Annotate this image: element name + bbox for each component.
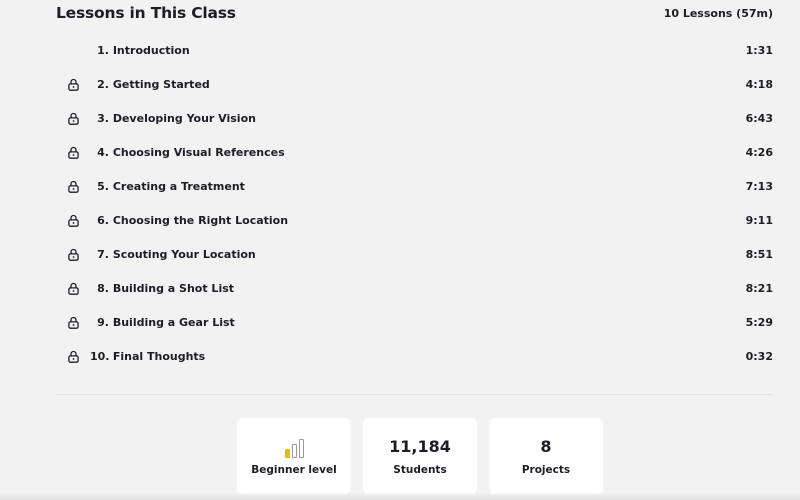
lesson-item[interactable]: 8. Building a Shot List 8:21 <box>56 271 773 305</box>
lesson-item[interactable]: 10. Final Thoughts 0:32 <box>56 339 773 373</box>
lesson-title: Building a Shot List <box>112 281 235 295</box>
lock-icon <box>56 67 90 101</box>
lesson-number: 1. <box>97 43 109 57</box>
class-stats: Beginner level 11,184 Students 8 Project… <box>237 418 603 494</box>
lock-icon <box>56 339 90 373</box>
lesson-title: Scouting Your Location <box>112 247 256 261</box>
lesson-title: Getting Started <box>112 77 210 91</box>
lesson-title: Creating a Treatment <box>112 179 245 193</box>
lesson-duration: 6:43 <box>745 111 773 125</box>
lesson-title: Introduction <box>112 43 190 57</box>
lesson-number: 10. <box>90 349 110 363</box>
lesson-title: Developing Your Vision <box>112 111 256 125</box>
lesson-duration: 8:21 <box>745 281 773 295</box>
lesson-duration: 9:11 <box>745 213 773 227</box>
lesson-item[interactable]: 2. Getting Started 4:18 <box>56 67 773 101</box>
page-title: Lessons in This Class <box>56 4 236 22</box>
lesson-count: 10 Lessons (57m) <box>663 6 773 20</box>
lesson-item[interactable]: 1. Introduction 1:31 <box>56 33 773 67</box>
students-card: 11,184 Students <box>363 418 477 494</box>
lesson-item[interactable]: 9. Building a Gear List 5:29 <box>56 305 773 339</box>
lesson-title: Building a Gear List <box>112 315 235 329</box>
lesson-item[interactable]: 3. Developing Your Vision 6:43 <box>56 101 773 135</box>
projects-count: 8 <box>540 437 552 456</box>
projects-label: Projects <box>521 464 571 476</box>
section-divider <box>56 394 773 395</box>
lesson-number: 8. <box>97 281 109 295</box>
lesson-number: 9. <box>97 315 109 329</box>
lesson-duration: 4:26 <box>745 145 773 159</box>
lock-icon <box>56 135 90 169</box>
lesson-item[interactable]: 4. Choosing Visual References 4:26 <box>56 135 773 169</box>
lessons-page: Lessons in This Class 10 Lessons (57m) 1… <box>0 0 800 500</box>
level-card: Beginner level <box>237 418 351 494</box>
level-bar <box>284 449 290 458</box>
lesson-title: Choosing Visual References <box>112 145 285 159</box>
lock-icon <box>56 271 90 305</box>
lock-icon <box>56 237 90 271</box>
lesson-number: 7. <box>97 247 109 261</box>
level-label: Beginner level <box>251 464 337 476</box>
lesson-duration: 1:31 <box>745 43 773 57</box>
lesson-item[interactable]: 5. Creating a Treatment 7:13 <box>56 169 773 203</box>
lesson-duration: 4:18 <box>745 77 773 91</box>
projects-card: 8 Projects <box>489 418 603 494</box>
lock-icon <box>56 305 90 339</box>
lesson-number: 5. <box>97 179 109 193</box>
lock-icon <box>56 203 90 237</box>
lesson-duration: 8:51 <box>745 247 773 261</box>
lesson-title: Choosing the Right Location <box>112 213 289 227</box>
lesson-item[interactable]: 7. Scouting Your Location 8:51 <box>56 237 773 271</box>
lesson-duration: 7:13 <box>745 179 773 193</box>
lesson-duration: 0:32 <box>745 349 773 363</box>
level-bar <box>298 439 304 458</box>
bottom-shadow <box>0 492 800 500</box>
lessons-header: Lessons in This Class 10 Lessons (57m) <box>56 2 773 24</box>
lesson-number: 6. <box>97 213 109 227</box>
lesson-number: 4. <box>97 145 109 159</box>
lesson-number: 3. <box>97 111 109 125</box>
students-label: Students <box>393 464 447 476</box>
lock-icon <box>56 101 90 135</box>
lesson-list: 1. Introduction 1:31 2. Getting Started … <box>56 33 773 373</box>
lesson-duration: 5:29 <box>745 315 773 329</box>
lesson-title: Final Thoughts <box>112 349 206 363</box>
level-bars-icon <box>284 436 304 458</box>
lesson-item[interactable]: 6. Choosing the Right Location 9:11 <box>56 203 773 237</box>
lock-icon <box>56 33 90 67</box>
students-count: 11,184 <box>389 437 451 456</box>
lesson-number: 2. <box>97 77 109 91</box>
lock-icon <box>56 169 90 203</box>
level-bar <box>291 444 297 458</box>
